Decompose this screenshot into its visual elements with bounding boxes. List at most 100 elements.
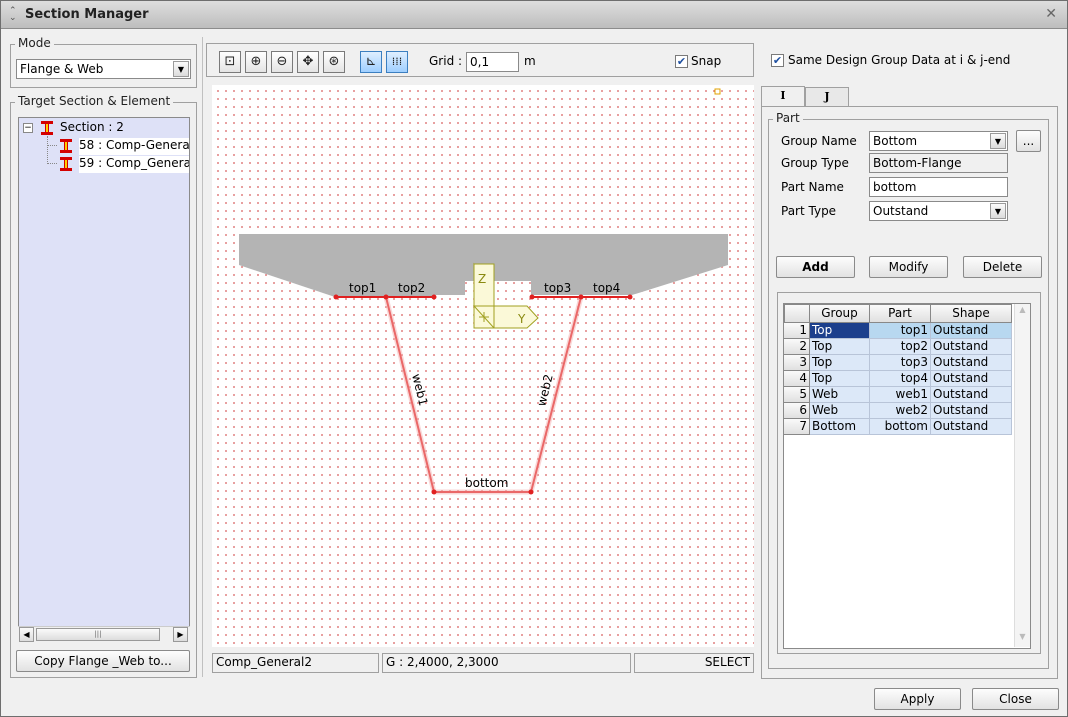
tree-horizontal-scrollbar[interactable]: ◀ ||| ▶ — [18, 626, 190, 642]
row-number: 4 — [784, 371, 810, 387]
column-header-shape[interactable]: Shape — [930, 304, 1012, 323]
section-manager-window: ⌃ ⌄ Section Manager ✕ Mode Flange & Web ▼… — [0, 0, 1068, 717]
group-name-select[interactable]: Bottom ▼ — [869, 131, 1008, 151]
table-cell-part[interactable]: web2 — [870, 403, 931, 419]
row-number: 6 — [784, 403, 810, 419]
row-number: 2 — [784, 339, 810, 355]
table-cell-part[interactable]: bottom — [870, 419, 931, 435]
table-cell-shape[interactable]: Outstand — [931, 339, 1012, 355]
scroll-up-icon[interactable]: ▲ — [1016, 305, 1029, 319]
delete-part-button[interactable]: Delete — [963, 256, 1042, 278]
tree-item-element[interactable]: 59 : Comp_General — [79, 156, 189, 173]
ortho-icon[interactable]: ⊾ — [360, 51, 382, 73]
y-axis-label: Y — [517, 312, 526, 326]
label-bottom: bottom — [465, 476, 508, 490]
tab-i[interactable]: I — [761, 86, 805, 108]
window-title: Section Manager — [25, 7, 149, 22]
table-cell-part[interactable]: top1 — [870, 323, 931, 339]
chevron-down-icon[interactable]: ▼ — [990, 203, 1006, 219]
group-type-field: Bottom-Flange — [869, 153, 1008, 173]
table-cell-part[interactable]: web1 — [870, 387, 931, 403]
row-number: 5 — [784, 387, 810, 403]
tree-item-section[interactable]: Section : 2 — [60, 120, 124, 137]
part-name-input[interactable]: bottom — [869, 177, 1008, 197]
table-cell-group[interactable]: Top — [810, 371, 870, 387]
tab-j[interactable]: J — [805, 87, 849, 107]
section-tree[interactable]: − Section : 2 58 : Comp-General 59 : Com… — [18, 117, 190, 642]
label-top4: top4 — [593, 281, 620, 295]
zoom-in-icon[interactable]: ⊕ — [245, 51, 267, 73]
select-icon[interactable]: ⊛ — [323, 51, 345, 73]
close-button[interactable]: Close — [972, 688, 1059, 710]
target-section-label: Target Section & Element — [15, 94, 174, 108]
table-cell-shape[interactable]: Outstand — [931, 323, 1012, 339]
table-cell-shape[interactable]: Outstand — [931, 419, 1012, 435]
tree-item-element[interactable]: 58 : Comp-General — [79, 138, 189, 155]
table-vertical-scrollbar[interactable]: ▲ ▼ — [1014, 304, 1030, 647]
pan-icon[interactable]: ✥ — [297, 51, 319, 73]
label-top2: top2 — [398, 281, 425, 295]
same-design-checkbox[interactable]: ✔ — [771, 54, 784, 67]
scroll-right-icon[interactable]: ▶ — [173, 627, 188, 642]
snap-checkbox[interactable]: ✔ — [675, 55, 688, 68]
mode-select-value: Flange & Web — [20, 62, 104, 76]
grid-icon[interactable]: ⁞⁞⁞ — [386, 51, 408, 73]
table-cell-shape[interactable]: Outstand — [931, 403, 1012, 419]
part-type-select[interactable]: Outstand ▼ — [869, 201, 1008, 221]
group-browse-button[interactable]: ... — [1016, 130, 1041, 152]
group-name-value: Bottom — [873, 134, 918, 148]
mode-label: Mode — [15, 36, 54, 50]
chevron-down-icon[interactable]: ▼ — [990, 133, 1006, 149]
group-type-label: Group Type — [781, 156, 849, 170]
status-mode: SELECT — [634, 653, 754, 673]
scrollbar-thumb[interactable]: ||| — [36, 628, 160, 641]
section-canvas[interactable]: top1 top2 top3 top4 bottom web1 web2 Z Y — [212, 85, 754, 647]
zoom-fit-icon[interactable]: ⊡ — [219, 51, 241, 73]
label-top3: top3 — [544, 281, 571, 295]
corner-marker-icon — [714, 88, 721, 95]
apply-button[interactable]: Apply — [874, 688, 961, 710]
add-part-button[interactable]: Add — [776, 256, 855, 278]
section-drawing: top1 top2 top3 top4 bottom web1 web2 Z Y — [239, 88, 728, 495]
copy-flange-web-button[interactable]: Copy Flange _Web to... — [16, 650, 190, 672]
label-top1: top1 — [349, 281, 376, 295]
section-ibeam-icon — [41, 121, 53, 135]
table-cell-shape[interactable]: Outstand — [931, 371, 1012, 387]
table-cell-shape[interactable]: Outstand — [931, 355, 1012, 371]
snap-label: Snap — [691, 54, 722, 68]
table-cell-group[interactable]: Top — [810, 323, 870, 339]
table-cell-group[interactable]: Web — [810, 387, 870, 403]
panel-divider — [202, 37, 203, 677]
grid-spacing-input[interactable]: 0,1 — [466, 52, 519, 72]
part-label: Part — [773, 111, 803, 125]
tree-connector — [47, 163, 57, 164]
table-cell-group[interactable]: Web — [810, 403, 870, 419]
table-cell-part[interactable]: top3 — [870, 355, 931, 371]
z-axis-label: Z — [478, 272, 486, 286]
same-design-label: Same Design Group Data at i & j-end — [788, 53, 1011, 67]
modify-part-button[interactable]: Modify — [869, 256, 948, 278]
scroll-down-icon[interactable]: ▼ — [1016, 632, 1029, 646]
zoom-out-icon[interactable]: ⊖ — [271, 51, 293, 73]
element-ibeam-icon — [60, 139, 72, 153]
table-cell-part[interactable]: top2 — [870, 339, 931, 355]
table-cell-group[interactable]: Bottom — [810, 419, 870, 435]
window-menu-icon[interactable]: ⌃ ⌄ — [9, 7, 19, 23]
column-header-part[interactable]: Part — [869, 304, 931, 323]
grid-label: Grid : — [429, 54, 463, 68]
scroll-left-icon[interactable]: ◀ — [19, 627, 34, 642]
row-number: 1 — [784, 323, 810, 339]
mode-select[interactable]: Flange & Web ▼ — [16, 59, 191, 79]
status-coordinates: G : 2,4000, 2,3000 — [382, 653, 631, 673]
grid-unit-label: m — [524, 54, 536, 68]
table-cell-group[interactable]: Top — [810, 355, 870, 371]
tree-collapse-icon[interactable]: − — [23, 123, 33, 133]
column-header-group[interactable]: Group — [809, 304, 870, 323]
part-type-label: Part Type — [781, 204, 837, 218]
table-cell-part[interactable]: top4 — [870, 371, 931, 387]
tree-connector — [47, 145, 57, 146]
close-window-icon[interactable]: ✕ — [1045, 6, 1057, 22]
table-cell-shape[interactable]: Outstand — [931, 387, 1012, 403]
chevron-down-icon[interactable]: ▼ — [173, 61, 189, 77]
table-cell-group[interactable]: Top — [810, 339, 870, 355]
